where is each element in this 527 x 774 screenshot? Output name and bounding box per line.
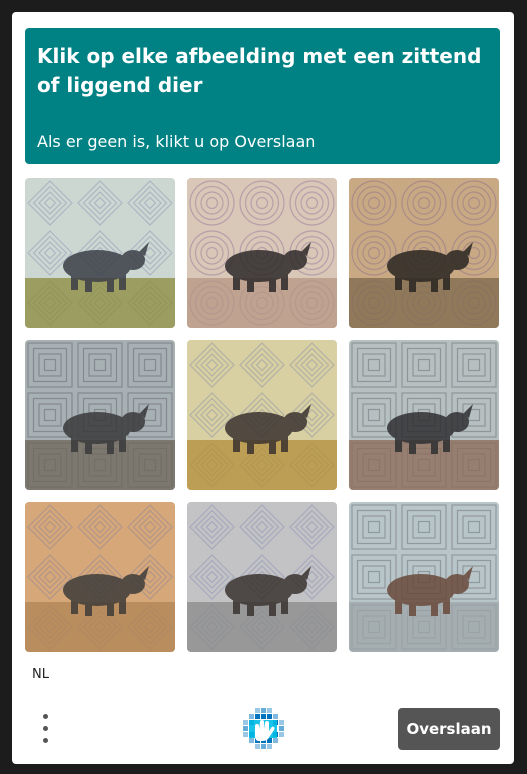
- rhino-image-icon: [349, 502, 499, 652]
- challenge-image-9[interactable]: [349, 502, 499, 652]
- rhino-image-icon: [25, 340, 175, 490]
- rhino-image-icon: [349, 340, 499, 490]
- challenge-title: Klik op elke afbeelding met een zittend …: [37, 44, 482, 97]
- challenge-subtitle: Als er geen is, klikt u op Overslaan: [37, 132, 316, 151]
- challenge-image-2[interactable]: [187, 178, 337, 328]
- challenge-header: Klik op elke afbeelding met een zittend …: [25, 28, 500, 164]
- challenge-image-3[interactable]: [349, 178, 499, 328]
- rhino-image-icon: [25, 178, 175, 328]
- captcha-frame: Klik op elke afbeelding met een zittend …: [12, 12, 514, 764]
- rhino-image-icon: [349, 178, 499, 328]
- challenge-image-4[interactable]: [25, 340, 175, 490]
- image-grid: [25, 178, 501, 654]
- rhino-image-icon: [187, 340, 337, 490]
- skip-button[interactable]: Overslaan: [398, 708, 500, 750]
- challenge-image-1[interactable]: [25, 178, 175, 328]
- challenge-image-6[interactable]: [349, 340, 499, 490]
- rhino-image-icon: [25, 502, 175, 652]
- challenge-image-8[interactable]: [187, 502, 337, 652]
- more-options-icon[interactable]: [39, 712, 53, 746]
- challenge-image-5[interactable]: [187, 340, 337, 490]
- rhino-image-icon: [187, 178, 337, 328]
- rhino-image-icon: [187, 502, 337, 652]
- hcaptcha-logo-icon: [243, 708, 284, 749]
- challenge-image-7[interactable]: [25, 502, 175, 652]
- language-selector[interactable]: NL: [32, 667, 49, 682]
